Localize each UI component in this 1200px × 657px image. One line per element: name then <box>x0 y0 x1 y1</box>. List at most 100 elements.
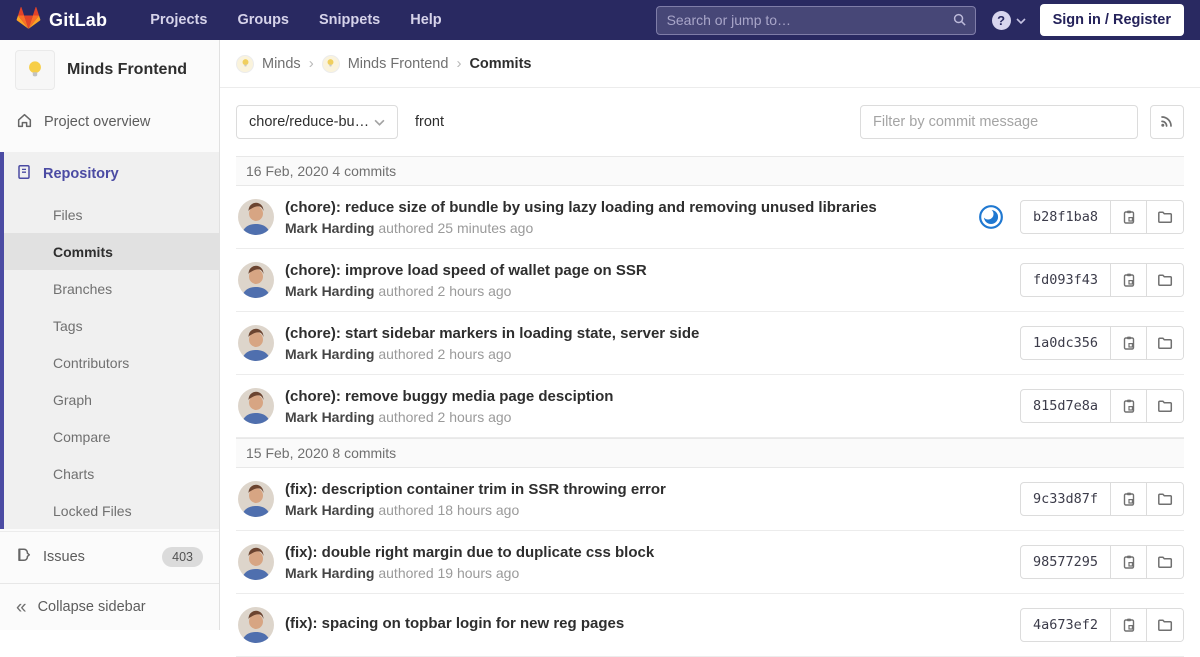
sidebar-item-contributors[interactable]: Contributors <box>4 344 219 381</box>
collapse-sidebar-button[interactable]: « Collapse sidebar <box>0 583 219 630</box>
project-header[interactable]: Minds Frontend <box>0 40 219 100</box>
commit-row: (chore): improve load speed of wallet pa… <box>236 249 1184 312</box>
commit-sha-link[interactable]: 4a673ef2 <box>1021 609 1111 641</box>
commit-author-link[interactable]: Mark Harding <box>285 565 374 581</box>
clipboard-icon <box>1123 492 1134 506</box>
project-avatar-small <box>321 54 340 73</box>
clipboard-icon <box>1123 336 1134 350</box>
commit-author-link[interactable]: Mark Harding <box>285 220 374 236</box>
author-avatar[interactable] <box>238 481 274 517</box>
gitlab-logo[interactable]: GitLab <box>16 6 107 35</box>
author-avatar[interactable] <box>238 262 274 298</box>
commit-author-link[interactable]: Mark Harding <box>285 283 374 299</box>
pipeline-status-running-icon[interactable] <box>978 204 1004 230</box>
nav-item-help[interactable]: Help <box>397 2 454 38</box>
breadcrumb: Minds › Minds Frontend › Commits <box>220 40 1200 88</box>
browse-files-button[interactable] <box>1147 201 1183 233</box>
commits-feed-button[interactable] <box>1150 105 1184 139</box>
commit-title-link[interactable]: (chore): reduce size of bundle by using … <box>285 199 877 216</box>
browse-files-button[interactable] <box>1147 327 1183 359</box>
sidebar-item-compare[interactable]: Compare <box>4 418 219 455</box>
commit-sha-link[interactable]: 815d7e8a <box>1021 390 1111 422</box>
nav-item-projects[interactable]: Projects <box>137 2 220 38</box>
search-input[interactable] <box>655 5 976 35</box>
commit-title-link[interactable]: (chore): start sidebar markers in loadin… <box>285 325 699 342</box>
sidebar-item-tags[interactable]: Tags <box>4 307 219 344</box>
commit-sha-group: 815d7e8a <box>1019 389 1184 423</box>
gitlab-wordmark: GitLab <box>49 9 108 30</box>
breadcrumb-separator: › <box>308 55 314 72</box>
nav-item-snippets[interactable]: Snippets <box>306 2 393 38</box>
browse-files-button[interactable] <box>1147 546 1183 578</box>
ref-project-name: front <box>415 114 445 130</box>
lightbulb-icon <box>327 59 334 67</box>
breadcrumb-project-link[interactable]: Minds Frontend <box>348 56 449 72</box>
clipboard-icon <box>1123 399 1134 413</box>
author-avatar[interactable] <box>238 325 274 361</box>
commit-title-link[interactable]: (fix): double right margin due to duplic… <box>285 544 654 561</box>
commit-sha-group: 9c33d87f <box>1019 482 1184 516</box>
browse-files-button[interactable] <box>1147 264 1183 296</box>
copy-sha-button[interactable] <box>1111 483 1147 515</box>
sidebar-item-commits[interactable]: Commits <box>4 233 219 270</box>
commit-author-link[interactable]: Mark Harding <box>285 409 374 425</box>
copy-sha-button[interactable] <box>1111 390 1147 422</box>
sidebar-item-locked-files[interactable]: Locked Files <box>4 492 219 529</box>
sidebar-item-branches[interactable]: Branches <box>4 270 219 307</box>
author-avatar[interactable] <box>238 388 274 424</box>
sidebar-item-charts[interactable]: Charts <box>4 455 219 492</box>
folder-icon <box>1158 400 1173 412</box>
help-menu[interactable]: ? <box>991 10 1026 30</box>
author-avatar[interactable] <box>238 607 274 643</box>
branch-selector-dropdown[interactable]: chore/reduce-bu… <box>236 105 398 139</box>
copy-sha-button[interactable] <box>1111 201 1147 233</box>
commit-meta-text: authored 19 hours ago <box>378 564 520 581</box>
commit-sha-link[interactable]: b28f1ba8 <box>1021 201 1111 233</box>
question-mark-icon: ? <box>991 10 1011 30</box>
sidebar-item-label: Project overview <box>44 114 151 130</box>
sidebar-item-files[interactable]: Files <box>4 196 219 233</box>
gitlab-tanuki-icon <box>16 6 41 35</box>
browse-files-button[interactable] <box>1147 390 1183 422</box>
commit-sha-link[interactable]: 1a0dc356 <box>1021 327 1111 359</box>
clipboard-icon <box>1123 210 1134 224</box>
author-avatar[interactable] <box>238 544 274 580</box>
commit-sha-link[interactable]: 9c33d87f <box>1021 483 1111 515</box>
nav-item-groups[interactable]: Groups <box>224 2 302 38</box>
clipboard-icon <box>1123 273 1134 287</box>
issues-count-badge: 403 <box>162 547 203 567</box>
sign-in-register-button[interactable]: Sign in / Register <box>1039 4 1184 36</box>
sidebar-item-project-overview[interactable]: Project overview <box>0 100 219 144</box>
commit-meta-text: authored 2 hours ago <box>378 345 512 362</box>
commit-sha-link[interactable]: 98577295 <box>1021 546 1111 578</box>
copy-sha-button[interactable] <box>1111 546 1147 578</box>
commit-title-link[interactable]: (chore): improve load speed of wallet pa… <box>285 262 647 279</box>
copy-sha-button[interactable] <box>1111 327 1147 359</box>
commit-author-link[interactable]: Mark Harding <box>285 346 374 362</box>
commits-list: 16 Feb, 2020 4 commits (chore): reduce s… <box>236 156 1184 657</box>
browse-files-button[interactable] <box>1147 609 1183 641</box>
project-name: Minds Frontend <box>67 61 187 78</box>
commit-title-link[interactable]: (fix): description container trim in SSR… <box>285 481 666 498</box>
commit-sha-group: 1a0dc356 <box>1019 326 1184 360</box>
commit-title-link[interactable]: (fix): spacing on topbar login for new r… <box>285 615 624 632</box>
copy-sha-button[interactable] <box>1111 264 1147 296</box>
folder-icon <box>1158 493 1173 505</box>
commit-author-link[interactable]: Mark Harding <box>285 502 374 518</box>
commit-title-link[interactable]: (chore): remove buggy media page descipt… <box>285 388 613 405</box>
browse-files-button[interactable] <box>1147 483 1183 515</box>
sidebar-item-repository[interactable]: Repository <box>4 152 219 196</box>
clipboard-icon <box>1123 618 1134 632</box>
chevron-down-icon <box>374 114 385 130</box>
document-icon <box>16 164 32 184</box>
folder-icon <box>1158 211 1173 223</box>
commit-filter-input[interactable] <box>860 105 1138 139</box>
commit-sha-link[interactable]: fd093f43 <box>1021 264 1111 296</box>
breadcrumb-group-link[interactable]: Minds <box>262 56 301 72</box>
author-avatar[interactable] <box>238 199 274 235</box>
copy-sha-button[interactable] <box>1111 609 1147 641</box>
commit-meta-text: authored 2 hours ago <box>378 408 512 425</box>
commit-row: (chore): remove buggy media page descipt… <box>236 375 1184 438</box>
sidebar-item-issues[interactable]: Issues 403 <box>0 531 219 582</box>
sidebar-item-graph[interactable]: Graph <box>4 381 219 418</box>
